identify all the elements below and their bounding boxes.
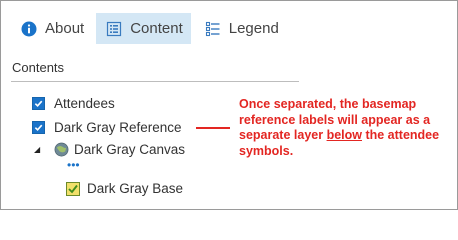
checkmark-icon — [34, 100, 43, 108]
section-divider — [11, 81, 299, 82]
tab-about-label: About — [45, 20, 85, 37]
annotation-emphasis: below — [326, 128, 362, 142]
layer-label: Attendees — [54, 96, 115, 111]
dark-gray-reference-checkbox[interactable] — [32, 121, 45, 134]
contents-heading: Contents — [12, 60, 65, 75]
attendees-checkbox[interactable] — [32, 97, 45, 110]
info-icon — [21, 21, 37, 36]
basemap-globe-icon — [54, 142, 69, 157]
annotation-callout: Once separated, the basemap reference la… — [239, 97, 454, 159]
annotation-pointer-line — [196, 127, 230, 129]
legend-icon — [205, 21, 220, 36]
tab-content[interactable]: Content — [96, 13, 191, 44]
layer-visible-icon — [66, 181, 80, 196]
tab-bar: About Content Legend — [11, 13, 291, 44]
layer-label: Dark Gray Canvas — [74, 142, 186, 157]
checkmark-icon — [34, 124, 43, 132]
collapse-triangle-icon[interactable]: ◢ — [34, 145, 42, 154]
layer-row-dark-gray-canvas[interactable]: ◢ Dark Gray Canvas — [34, 142, 185, 157]
layer-row-attendees[interactable]: Attendees — [32, 96, 115, 111]
layer-row-dark-gray-reference[interactable]: Dark Gray Reference — [32, 120, 182, 135]
contents-panel: About Content Legend Contents Attendees … — [0, 0, 458, 210]
content-list-icon — [107, 21, 122, 36]
tab-legend-label: Legend — [228, 20, 279, 37]
tab-about[interactable]: About — [11, 13, 92, 44]
layer-row-dark-gray-base[interactable]: Dark Gray Base — [66, 181, 183, 196]
layer-label: Dark Gray Base — [87, 181, 184, 196]
more-layers-indicator: ••• — [67, 158, 80, 172]
tab-content-label: Content — [130, 20, 183, 37]
layer-label: Dark Gray Reference — [54, 120, 182, 135]
tab-legend[interactable]: Legend — [195, 13, 287, 44]
